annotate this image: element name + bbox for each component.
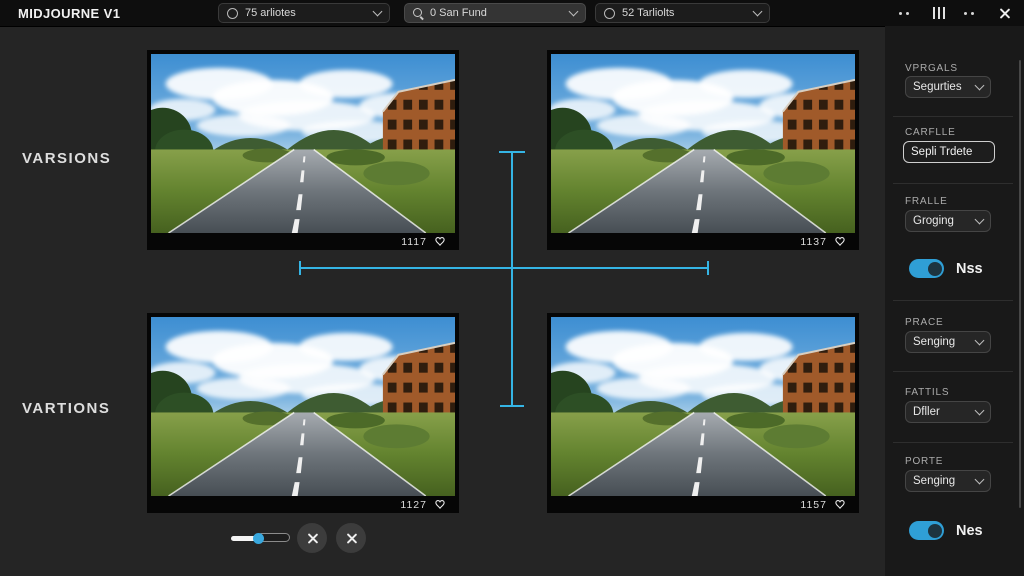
sidebar-scrollbar[interactable] (1019, 60, 1021, 508)
group-label-fralle: FRALLE (905, 196, 948, 207)
columns-icon (933, 7, 946, 19)
dropdown-vprgals[interactable]: Segurties (905, 76, 991, 98)
chevron-down-icon (975, 336, 985, 346)
toggle-knob (928, 524, 942, 538)
text-input-carflle[interactable] (903, 141, 995, 163)
close-icon (306, 532, 319, 545)
app-title: MIDJOURNE V1 (18, 6, 120, 21)
close-icon (345, 532, 358, 545)
chevron-down-icon (373, 7, 383, 17)
tile-id: 1137 (800, 236, 827, 248)
variation-tile-3[interactable]: 1127 (147, 313, 459, 513)
filter-dropdown-1[interactable]: 75 arliotes (218, 3, 390, 23)
group-label-prace: PRACE (905, 317, 943, 328)
dropdown-vprgals-value: Segurties (913, 81, 968, 93)
tile-info-bar: 1117 (151, 233, 455, 250)
toggle-nes-label: Nes (956, 523, 983, 539)
more-dots-icon (899, 12, 909, 15)
dropdown-fralle-value: Groging (913, 215, 968, 227)
circle-icon (227, 8, 238, 19)
dropdown-porte-value: Senging (913, 475, 968, 487)
filter-dropdown-3[interactable]: 52 Tarliolts (595, 3, 770, 23)
tile-info-bar: 1127 (151, 496, 455, 513)
row-label-versions: VARSIONS (22, 150, 111, 167)
dismiss-button-2[interactable] (336, 523, 366, 553)
crosshair-vertical-line (511, 152, 513, 407)
toggle-knob (928, 262, 942, 276)
variation-tile-2[interactable]: 1137 (547, 50, 859, 250)
tile-id: 1127 (400, 499, 427, 511)
toggle-switch-on[interactable] (909, 259, 944, 278)
filter-dropdown-2[interactable]: 0 San Fund (404, 3, 586, 23)
dismiss-button-1[interactable] (297, 523, 327, 553)
road-landscape-photo (151, 317, 455, 496)
divider (893, 183, 1013, 184)
circle-icon (604, 8, 615, 19)
divider (893, 116, 1013, 117)
chevron-down-icon (975, 475, 985, 485)
dropdown-prace[interactable]: Senging (905, 331, 991, 353)
crosshair-bottom-cap (500, 405, 524, 407)
divider (893, 442, 1013, 443)
dropdown-fattils[interactable]: Dfller (905, 401, 991, 423)
group-label-carflle: CARFLLE (905, 127, 956, 138)
more-dots-icon (964, 12, 974, 15)
divider (893, 371, 1013, 372)
filter-dropdown-3-label: 52 Tarliolts (622, 7, 746, 19)
tile-info-bar: 1157 (551, 496, 855, 513)
close-icon (998, 7, 1011, 20)
group-label-porte: PORTE (905, 456, 943, 467)
chevron-down-icon (975, 81, 985, 91)
toggle-nss-label: Nss (956, 261, 983, 277)
chevron-down-icon (975, 215, 985, 225)
toggle-switch-on[interactable] (909, 521, 944, 540)
dropdown-porte[interactable]: Senging (905, 470, 991, 492)
columns-view-button[interactable] (928, 0, 950, 26)
heart-icon[interactable] (434, 236, 446, 247)
settings-sidebar: VPRGALS Segurties CARFLLE FRALLE Groging… (885, 26, 1024, 576)
row-label-variations: VARTIONS (22, 400, 110, 417)
dropdown-fattils-value: Dfller (913, 406, 968, 418)
heart-icon[interactable] (834, 499, 846, 510)
crosshair-top-cap (499, 151, 525, 153)
tile-id: 1157 (800, 499, 827, 511)
crosshair-horizontal-line (300, 267, 708, 269)
chevron-down-icon (975, 406, 985, 416)
group-label-fattils: FATTILS (905, 387, 949, 398)
zoom-slider[interactable] (231, 532, 291, 544)
filter-dropdown-1-label: 75 arliotes (245, 7, 366, 19)
dropdown-fralle[interactable]: Groging (905, 210, 991, 232)
heart-icon[interactable] (834, 236, 846, 247)
chevron-down-icon (569, 7, 579, 17)
chevron-down-icon (753, 7, 763, 17)
toggle-nes[interactable]: Nes (909, 521, 983, 540)
more-options-button-2[interactable] (958, 0, 980, 26)
variation-tile-4[interactable]: 1157 (547, 313, 859, 513)
filter-dropdown-2-label: 0 San Fund (430, 7, 562, 19)
heart-icon[interactable] (434, 499, 446, 510)
road-landscape-photo (551, 54, 855, 233)
road-landscape-photo (551, 317, 855, 496)
crosshair-left-cap (299, 261, 301, 275)
crosshair-right-cap (707, 261, 709, 275)
toggle-nss[interactable]: Nss (909, 259, 983, 278)
slider-knob[interactable] (253, 533, 264, 544)
road-landscape-photo (151, 54, 455, 233)
topbar: MIDJOURNE V1 75 arliotes 0 San Fund 52 T… (0, 0, 1024, 27)
dropdown-prace-value: Senging (913, 336, 968, 348)
tile-info-bar: 1137 (551, 233, 855, 250)
more-options-button[interactable] (893, 0, 915, 26)
variation-tile-1[interactable]: 1117 (147, 50, 459, 250)
group-label-vprgals: VPRGALS (905, 63, 958, 74)
close-window-button[interactable] (993, 0, 1015, 26)
divider (893, 300, 1013, 301)
tile-id: 1117 (401, 236, 427, 248)
search-icon (413, 8, 424, 19)
